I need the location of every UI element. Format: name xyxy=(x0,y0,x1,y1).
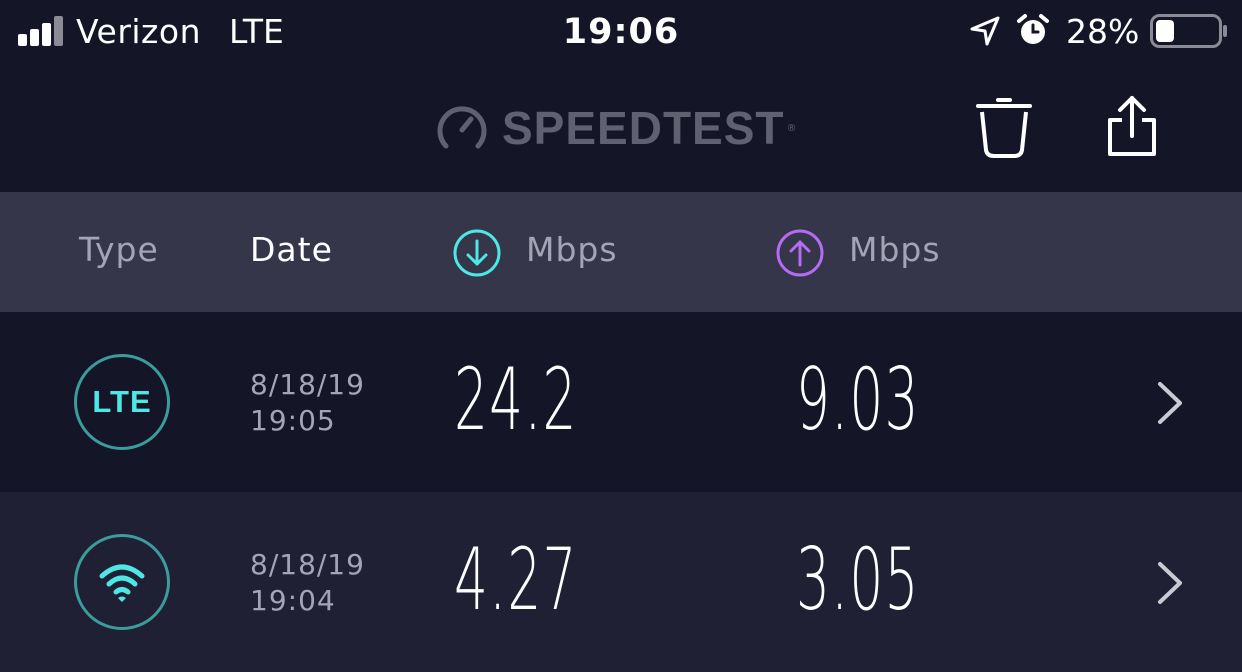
upload-speed: 9.03 xyxy=(796,350,920,450)
logo-text: SPEEDTEST xyxy=(502,102,785,154)
toolbar: SPEEDTEST ® xyxy=(0,64,1242,192)
location-arrow-icon xyxy=(970,16,1000,46)
result-row[interactable]: LTE 8/18/19 19:05 24.2 9.03 xyxy=(0,312,1242,492)
logo-registered-mark: ® xyxy=(786,122,797,134)
result-row[interactable]: 8/18/19 19:04 4.27 3.05 xyxy=(0,492,1242,672)
trash-icon[interactable] xyxy=(970,92,1038,162)
arrow-up-circle-icon[interactable] xyxy=(775,228,825,278)
download-speed: 24.2 xyxy=(454,350,578,450)
battery-percentage: 28% xyxy=(1066,12,1140,51)
share-icon[interactable] xyxy=(1104,92,1160,162)
chevron-right-icon[interactable] xyxy=(1154,560,1186,606)
status-bar: Verizon LTE 19:06 28% xyxy=(0,0,1242,64)
alarm-clock-icon xyxy=(1017,14,1049,44)
battery-icon xyxy=(1150,14,1227,48)
result-date: 8/18/19 xyxy=(250,548,365,581)
arrow-down-circle-icon[interactable] xyxy=(452,228,502,278)
column-header-date[interactable]: Date xyxy=(250,230,333,269)
lte-badge-text: LTE xyxy=(92,384,152,419)
wifi-badge xyxy=(74,534,170,630)
column-header-upload[interactable]: Mbps xyxy=(849,230,941,269)
results-header: Type Date Mbps Mbps xyxy=(0,192,1242,312)
download-speed: 4.27 xyxy=(454,530,578,630)
wifi-icon xyxy=(99,564,145,602)
gauge-logo-icon xyxy=(437,106,487,149)
speedtest-logo: SPEEDTEST ® xyxy=(436,102,797,154)
upload-speed: 3.05 xyxy=(796,530,920,630)
result-time: 19:05 xyxy=(250,404,336,437)
result-date: 8/18/19 xyxy=(250,368,365,401)
chevron-right-icon[interactable] xyxy=(1154,380,1186,426)
column-header-download[interactable]: Mbps xyxy=(526,230,618,269)
status-time: 19:06 xyxy=(562,12,680,52)
lte-badge: LTE xyxy=(74,354,170,450)
result-time: 19:04 xyxy=(250,584,336,617)
column-header-type[interactable]: Type xyxy=(79,230,159,269)
